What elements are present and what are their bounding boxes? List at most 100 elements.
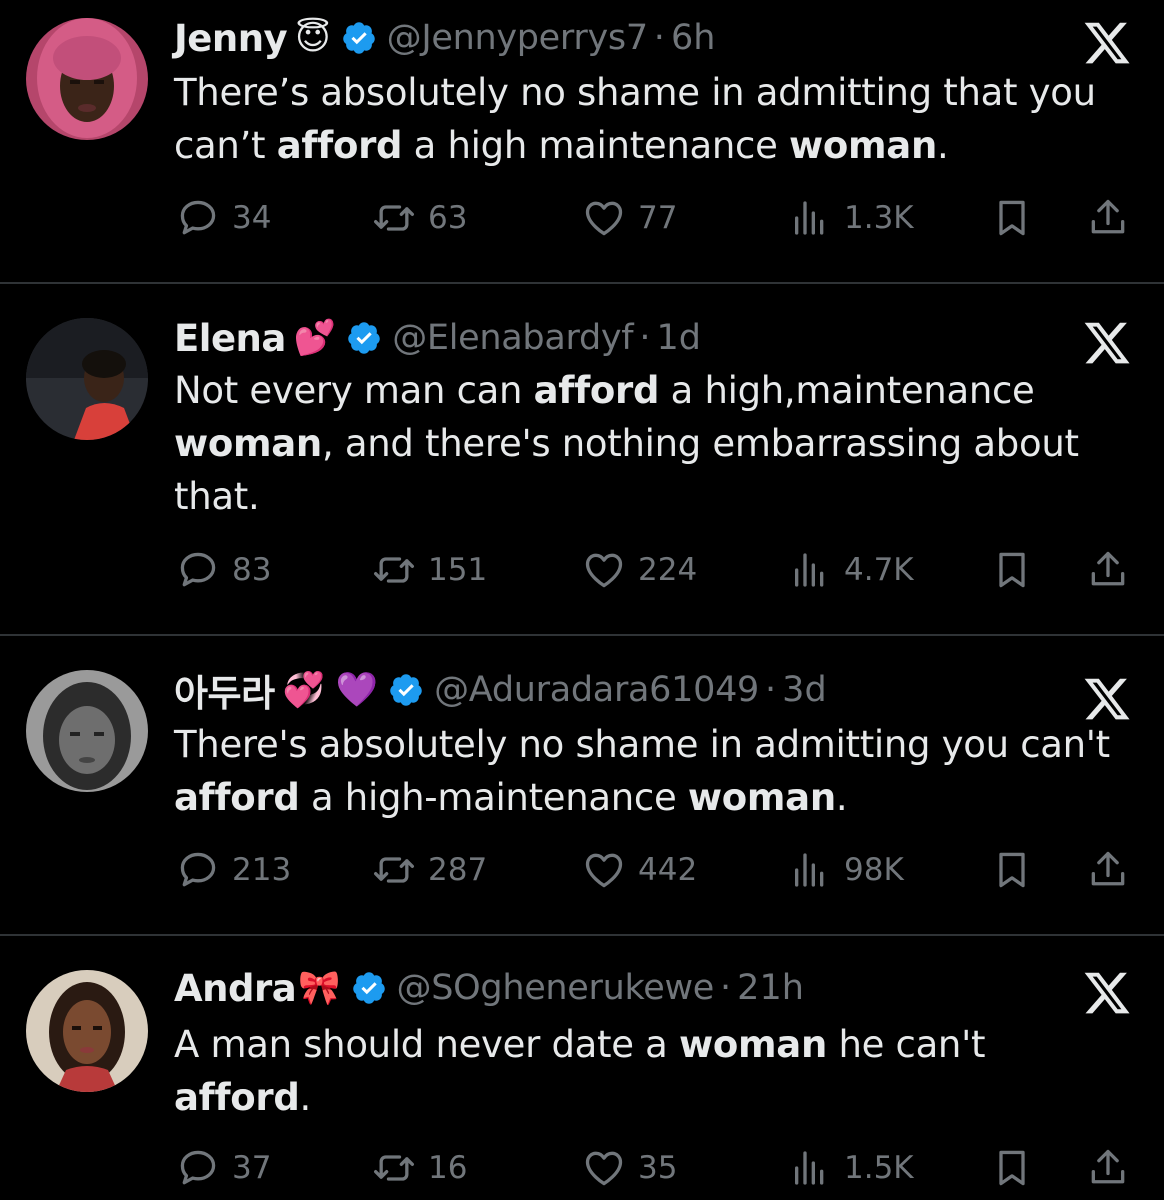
divider [0,282,1164,284]
repost-arrows-icon [374,1155,414,1181]
bookmark-icon[interactable] [990,1146,1034,1190]
bar-chart-icon [795,1151,824,1185]
like-button[interactable]: 224 [582,548,697,592]
heart-icon [585,1151,623,1186]
display-name[interactable]: Andra [174,967,297,1010]
reply-count: 213 [232,852,292,888]
display-name[interactable]: Elena [174,317,286,360]
views-button[interactable]: 4.7K [790,548,914,592]
share-upload-icon[interactable] [1086,196,1130,240]
views-button[interactable]: 1.3K [790,196,914,240]
separator-dot: · [653,18,665,58]
repost-count: 151 [428,552,488,588]
repost-count: 63 [428,200,468,236]
name-emoji: 😇 [295,18,331,58]
avatar[interactable] [26,18,148,140]
bar-chart-icon [795,553,824,587]
share-upload-icon[interactable] [1086,548,1130,592]
views-count: 1.5K [844,1150,914,1186]
tweet-header: Elena 💕 @Elenabardyf · 1d [174,314,701,362]
display-name[interactable]: Jenny [174,17,288,60]
separator-dot: · [639,318,651,358]
text-run: A man should never date a [174,1023,680,1066]
text-run: a high,maintenance [659,369,1035,412]
avatar[interactable] [26,670,148,792]
display-name[interactable]: 아두라 [174,663,275,717]
tweet-text: There's absolutely no shame in admitting… [174,718,1144,824]
bold-keyword: afford [174,776,300,819]
user-handle[interactable]: @Elenabardyf [392,318,633,358]
heart-icon [585,853,623,888]
reply-count: 83 [232,552,272,588]
timestamp[interactable]: 3d [782,670,827,710]
text-run: There's absolutely no shame in admitting… [174,723,1110,766]
reply-button[interactable]: 83 [176,548,271,592]
text-run: a high-maintenance [299,776,688,819]
views-button[interactable]: 1.5K [790,1146,914,1190]
like-count: 442 [638,852,698,888]
divider [0,634,1164,636]
timestamp[interactable]: 21h [737,968,804,1008]
user-handle[interactable]: @SOgheneruk‌ewe [397,968,715,1008]
reply-button[interactable]: 37 [176,1146,271,1190]
bold-keyword: afford [276,124,403,167]
bold-keyword: woman [687,776,836,819]
repost-button[interactable]: 63 [372,196,467,240]
bookmark-icon[interactable] [990,196,1034,240]
text-run: a high maintenance [402,124,790,167]
bar-chart-icon [795,201,824,235]
user-handle[interactable]: @Aduradara61049 [434,670,759,710]
avatar[interactable] [26,970,148,1092]
tweet-text: There’s absolutely no shame in admitting… [174,66,1144,172]
bold-keyword: woman [679,1023,827,1066]
repost-button[interactable]: 151 [372,548,487,592]
like-count: 77 [638,200,678,236]
divider [0,934,1164,936]
heart-icon [585,553,623,588]
x-logo-icon [1084,322,1130,364]
like-button[interactable]: 442 [582,848,697,892]
repost-button[interactable]: 287 [372,848,487,892]
repost-button[interactable]: 16 [372,1146,467,1190]
views-count: 98K [844,852,904,888]
speech-bubble-icon [180,552,216,587]
tweet-actions: 83 151 224 4.7K [0,548,1164,592]
tweet-header: Jenny 😇 @Jennyperrys7 · 6h [174,14,715,62]
reply-button[interactable]: 34 [176,196,271,240]
name-emoji: 💞 💜 [282,670,379,710]
views-button[interactable]: 98K [790,848,904,892]
share-upload-icon[interactable] [1086,848,1130,892]
tweet-actions: 34 63 77 1.3K [0,196,1164,240]
user-handle[interactable]: @Jennyperrys7 [387,18,648,58]
repost-arrows-icon [374,557,414,583]
tweet-text: A man should never date a woman he can't… [174,1018,1034,1124]
views-count: 4.7K [844,552,914,588]
bookmark-icon[interactable] [990,548,1034,592]
timestamp[interactable]: 1d [656,318,701,358]
tweet-text: Not every man can afford a high,maintena… [174,364,1114,523]
reply-button[interactable]: 213 [176,848,291,892]
repost-arrows-icon [374,205,414,231]
like-button[interactable]: 35 [582,1146,677,1190]
avatar[interactable] [26,318,148,440]
reply-count: 34 [232,200,272,236]
repost-count: 16 [428,1150,468,1186]
tweet-actions: 37 16 35 1.5K [0,1146,1164,1190]
name-emoji: 🎀 [298,968,341,1008]
x-logo-icon [1084,22,1130,64]
like-button[interactable]: 77 [582,196,677,240]
text-run: . [835,776,848,819]
share-upload-icon[interactable] [1086,1146,1130,1190]
bookmark-icon[interactable] [990,848,1034,892]
text-run: . [299,1076,312,1119]
tweet-header: 아두라 💞 💜 @Aduradara61049 · 3d [174,663,827,717]
bold-keyword: afford [533,369,660,412]
speech-bubble-icon [180,200,216,235]
timestamp[interactable]: 6h [671,18,715,58]
heart-icon [585,201,623,236]
separator-dot: · [765,670,777,710]
x-logo-icon [1084,678,1130,720]
x-logo-icon [1084,972,1130,1014]
verified-badge-icon [348,322,380,354]
bold-keyword: afford [174,1076,300,1119]
